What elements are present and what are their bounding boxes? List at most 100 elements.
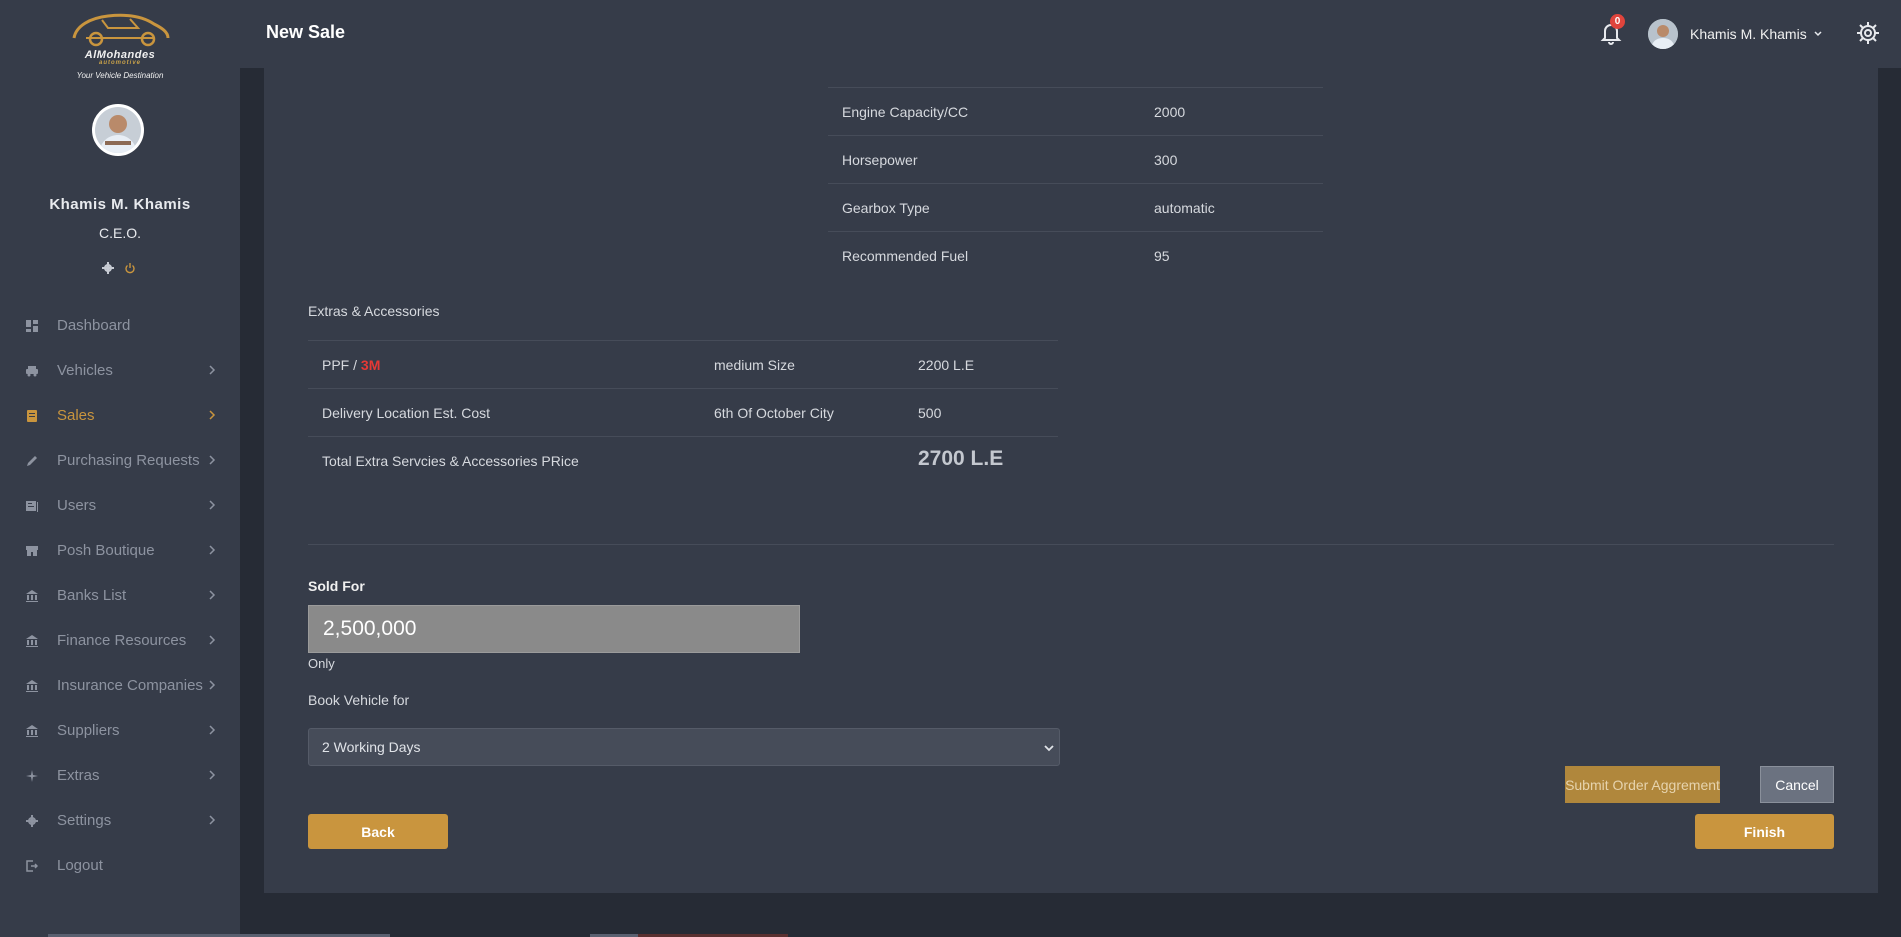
spec-label: Engine Capacity/CC — [842, 104, 969, 120]
extras-title: Extras & Accessories — [308, 303, 440, 319]
sidebar-item-label: Vehicles — [57, 362, 113, 379]
chevron-right-icon — [209, 725, 216, 735]
table-row: Recommended Fuel 95 — [828, 231, 1323, 279]
sidebar-nav: Dashboard Vehicles Sales Purchasing Requ… — [0, 303, 240, 888]
sidebar-item-purchasing-requests[interactable]: Purchasing Requests — [0, 438, 240, 483]
extra-detail: 6th Of October City — [714, 405, 834, 421]
chevron-right-icon — [209, 410, 216, 420]
spec-label: Gearbox Type — [842, 200, 930, 216]
extras-total-value: 2700 L.E — [918, 447, 1004, 470]
sidebar-item-extras[interactable]: Extras — [0, 753, 240, 798]
sidebar-item-vehicles[interactable]: Vehicles — [0, 348, 240, 393]
edit-icon — [26, 455, 38, 467]
sidebar-item-posh-boutique[interactable]: Posh Boutique — [0, 528, 240, 573]
table-row: Gearbox Type automatic — [828, 183, 1323, 231]
brand-tagline: Your Vehicle Destination — [76, 71, 164, 80]
table-row: Engine Capacity/CC 2000 — [828, 87, 1323, 135]
spec-value: 300 — [1154, 152, 1178, 168]
chevron-right-icon — [209, 770, 216, 780]
sidebar-item-label: Users — [57, 497, 97, 514]
sidebar-item-label: Finance Resources — [57, 632, 187, 649]
spec-value: 95 — [1154, 248, 1170, 264]
sidebar-item-dashboard[interactable]: Dashboard — [0, 303, 240, 348]
submit-order-button[interactable]: Submit Order Aggrement — [1565, 766, 1720, 803]
chevron-right-icon — [209, 680, 216, 690]
main-panel: Engine Capacity/CC 2000 Horsepower 300 G… — [264, 68, 1878, 893]
vehicle-specs-table: Engine Capacity/CC 2000 Horsepower 300 G… — [828, 68, 1323, 279]
table-row: Horsepower 300 — [828, 135, 1323, 183]
store-icon — [26, 545, 38, 557]
book-vehicle-label: Book Vehicle for — [308, 692, 410, 708]
gear-icon[interactable] — [102, 262, 114, 274]
spec-label: Recommended Fuel — [842, 248, 969, 264]
table-row: Delivery Location Est. Cost 6th Of Octob… — [308, 388, 1058, 436]
chevron-right-icon — [209, 635, 216, 645]
spec-value: 2000 — [1154, 104, 1186, 120]
user-menu[interactable]: Khamis M. Khamis — [1648, 18, 1823, 50]
chevron-right-icon — [209, 455, 216, 465]
extra-price: 2200 L.E — [918, 357, 975, 373]
profile-role: C.E.O. — [98, 225, 141, 241]
sold-for-field[interactable]: 2,500,000 — [308, 605, 800, 653]
sidebar-item-label: Settings — [57, 812, 112, 829]
table-row-total: Total Extra Servcies & Accessories PRice… — [308, 436, 1058, 496]
gear-icon — [26, 814, 38, 827]
spec-label: Horsepower — [842, 152, 918, 168]
back-button[interactable]: Back — [308, 814, 448, 849]
chevron-right-icon — [209, 365, 216, 375]
bank-icon — [26, 724, 38, 737]
sidebar-item-users[interactable]: Users — [0, 483, 240, 528]
sidebar-item-label: Insurance Companies — [57, 677, 203, 694]
sidebar-item-label: Posh Boutique — [57, 542, 155, 559]
cancel-button[interactable]: Cancel — [1760, 766, 1834, 803]
sold-for-label: Sold For — [308, 578, 365, 594]
extra-item: PPF / 3M — [322, 357, 380, 373]
extras-total-label: Total Extra Servcies & Accessories PRice — [322, 453, 579, 469]
bank-icon — [26, 589, 38, 602]
car-logo-icon — [72, 13, 170, 47]
chevron-right-icon — [209, 500, 216, 510]
power-icon[interactable] — [124, 262, 136, 274]
extra-item-brand: 3M — [360, 357, 381, 373]
dashboard-icon — [26, 319, 38, 332]
sparkle-icon — [26, 769, 38, 782]
sidebar-item-settings[interactable]: Settings — [0, 798, 240, 843]
sidebar-item-label: Banks List — [57, 587, 127, 604]
sidebar-item-label: Logout — [57, 857, 103, 874]
finish-button[interactable]: Finish — [1695, 814, 1834, 849]
page-title: New Sale — [266, 22, 346, 42]
table-row: PPF / 3M medium Size 2200 L.E — [308, 340, 1058, 388]
sidebar-item-sales[interactable]: Sales — [0, 393, 240, 438]
profile-name: Khamis M. Khamis — [49, 196, 191, 213]
brand-logo[interactable]: AlMohandes automotive Your Vehicle Desti… — [60, 8, 180, 84]
sidebar-item-label: Extras — [57, 767, 100, 784]
logout-icon — [26, 859, 38, 872]
spec-value: automatic — [1154, 200, 1215, 216]
sidebar-item-logout[interactable]: Logout — [0, 843, 240, 888]
sidebar-item-suppliers[interactable]: Suppliers — [0, 708, 240, 753]
sales-icon — [26, 409, 38, 422]
top-bar: New Sale 0 Khamis M. Khamis — [240, 0, 1901, 68]
sidebar-item-insurance-companies[interactable]: Insurance Companies — [0, 663, 240, 708]
brand-subtitle: automotive — [98, 60, 141, 66]
extra-item-name: Delivery Location Est. Cost — [322, 405, 491, 421]
user-name: Khamis M. Khamis — [1690, 26, 1807, 42]
extra-detail: medium Size — [714, 357, 795, 373]
sidebar-item-label: Dashboard — [57, 317, 131, 334]
chevron-right-icon — [209, 590, 216, 600]
section-divider — [308, 544, 1834, 545]
sidebar-item-label: Purchasing Requests — [57, 452, 200, 469]
extra-item-name: PPF / — [322, 357, 361, 373]
profile-avatar[interactable] — [92, 104, 144, 156]
chevron-down-icon — [1044, 745, 1054, 752]
sidebar-item-label: Sales — [57, 407, 95, 424]
settings-gear-icon[interactable] — [1855, 20, 1881, 46]
book-vehicle-select[interactable]: 2 Working Days — [308, 728, 1060, 766]
users-icon — [26, 500, 38, 512]
table-row — [828, 68, 1323, 87]
sidebar-item-banks-list[interactable]: Banks List — [0, 573, 240, 618]
book-vehicle-selected: 2 Working Days — [322, 739, 421, 755]
avatar-image — [95, 107, 141, 153]
extras-table: PPF / 3M medium Size 2200 L.E Delivery L… — [308, 340, 1058, 496]
sidebar-item-finance-resources[interactable]: Finance Resources — [0, 618, 240, 663]
